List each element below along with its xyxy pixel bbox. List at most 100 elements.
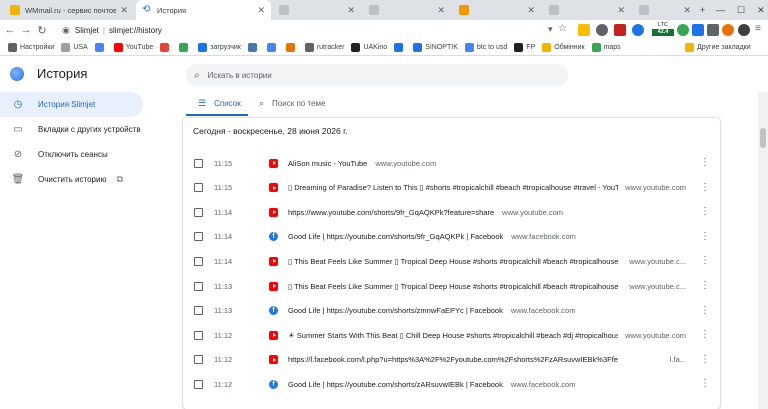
history-row[interactable]: 11:13 ▯ This Beat Feels Like Summer ▯ Tro…: [183, 274, 720, 298]
extension-icon[interactable]: [632, 24, 644, 36]
more-vert-icon[interactable]: ⋮: [700, 256, 710, 266]
more-vert-icon[interactable]: ⋮: [700, 281, 710, 291]
dropdown-icon[interactable]: ▾: [548, 24, 553, 35]
history-row[interactable]: 11:15 AliSon music - YouTube www.youtube.c…: [183, 151, 720, 175]
row-title-link[interactable]: https://l.facebook.com/l.php?u=https%3A%…: [288, 355, 618, 364]
history-row[interactable]: 11:13 f Good Life | https://youtube.com/sh…: [183, 299, 720, 323]
more-vert-icon[interactable]: ⋮: [700, 231, 710, 242]
history-row[interactable]: 11:14 ▯ This Beat Feels Like Summer ▯ Tro…: [183, 249, 720, 273]
more-vert-icon[interactable]: ⋮: [700, 379, 710, 389]
close-icon[interactable]: ✕: [523, 5, 535, 16]
extension-icon[interactable]: [596, 24, 608, 36]
bookmark-item[interactable]: загрузчик: [198, 43, 241, 52]
history-row[interactable]: 11:12 f Good Life | https://youtube.com/sh…: [183, 372, 720, 396]
bookmark-item[interactable]: btc to usd: [464, 43, 507, 52]
bookmark-item[interactable]: USA: [61, 43, 88, 52]
row-checkbox[interactable]: [194, 330, 203, 340]
row-checkbox[interactable]: [194, 158, 203, 168]
download-icon[interactable]: [692, 24, 704, 36]
bookmark-item[interactable]: maps: [591, 43, 621, 52]
row-checkbox[interactable]: [194, 355, 203, 365]
close-icon[interactable]: ✕: [679, 5, 691, 16]
history-row[interactable]: 11:14 f Good Life | https://youtube.com/sh…: [183, 225, 720, 249]
close-icon[interactable]: ✕: [116, 5, 128, 16]
bookmark-item[interactable]: FP: [514, 43, 535, 52]
tab-blurred-2[interactable]: ✕: [363, 0, 451, 20]
close-window-icon[interactable]: ✕: [757, 5, 765, 16]
history-row[interactable]: 11:12 https://l.facebook.com/l.php?u=http…: [183, 348, 720, 372]
row-title-link[interactable]: ☀ Summer Starts With This Beat ▯ Chill D…: [288, 331, 618, 340]
row-checkbox[interactable]: [194, 256, 203, 266]
close-icon[interactable]: ✕: [433, 5, 445, 16]
bookmark-star-icon[interactable]: ☆: [558, 23, 567, 34]
reload-icon[interactable]: ↻: [34, 24, 50, 37]
address-bar[interactable]: ◉ Slimjet | slimjet://history: [62, 22, 562, 38]
row-title-link[interactable]: Good Life | https://youtube.com/shorts/z…: [288, 306, 575, 315]
extension-icon[interactable]: [578, 24, 590, 36]
bookmark-item[interactable]: rutracker: [304, 43, 344, 52]
bookmark-item[interactable]: Обмінник: [542, 43, 585, 52]
tab-wmmail[interactable]: WMmail.ru - сервис почтовых ра ✕: [4, 0, 134, 20]
back-icon[interactable]: ←: [2, 24, 18, 36]
row-checkbox[interactable]: [194, 306, 203, 316]
bookmark-item[interactable]: SINOPTIK: [413, 43, 458, 52]
scrollbar-thumb[interactable]: [760, 128, 766, 148]
bookmark-item[interactable]: UAKino: [351, 43, 387, 52]
tab-topic-search[interactable]: ⌕ Поиск по теме: [259, 98, 325, 109]
extension-icon[interactable]: [677, 24, 689, 36]
minimize-icon[interactable]: —: [716, 5, 725, 15]
bookmark-item[interactable]: [94, 43, 107, 52]
row-checkbox[interactable]: [194, 183, 203, 193]
shield-icon[interactable]: [614, 24, 626, 36]
more-vert-icon[interactable]: ⋮: [700, 305, 710, 316]
more-vert-icon[interactable]: ⋮: [700, 207, 710, 217]
profile-icon[interactable]: [738, 24, 750, 36]
ltc-ticker[interactable]: LTC 42.4: [652, 22, 674, 38]
row-title-link[interactable]: AliSon music - YouTube www.youtube.com: [288, 159, 436, 168]
close-icon[interactable]: ✕: [253, 5, 265, 16]
row-checkbox[interactable]: [194, 207, 203, 217]
more-vert-icon[interactable]: ⋮: [700, 330, 710, 340]
tab-blurred-4[interactable]: ✕: [543, 0, 631, 20]
forward-icon[interactable]: →: [18, 24, 34, 36]
bookmark-item[interactable]: Настройки: [8, 43, 54, 52]
row-title-link[interactable]: https://www.youtube.com/shorts/9fr_GqAQK…: [288, 208, 563, 217]
row-title-link[interactable]: Good Life | https://youtube.com/shorts/z…: [288, 380, 575, 389]
row-checkbox[interactable]: [194, 232, 203, 242]
row-title-link[interactable]: ▯ This Beat Feels Like Summer ▯ Tropical…: [288, 282, 618, 291]
row-checkbox[interactable]: [194, 379, 203, 389]
new-tab-button[interactable]: +: [700, 0, 705, 20]
history-row[interactable]: 11:14 https://www.youtube.com/shorts/9fr_…: [183, 200, 720, 224]
history-row[interactable]: 11:12 ☀ Summer Starts With This Beat ▯ Ch…: [183, 323, 720, 347]
puzzle-icon[interactable]: [707, 24, 719, 36]
sidebar-item-clear-history[interactable]: 🗑 Очистить историю ⧉: [0, 167, 150, 192]
bookmark-item[interactable]: [160, 43, 172, 52]
bookmark-item[interactable]: [179, 43, 191, 52]
maximize-icon[interactable]: ☐: [737, 5, 745, 16]
avatar[interactable]: [722, 24, 734, 36]
more-vert-icon[interactable]: ⋮: [700, 158, 710, 168]
row-title-link[interactable]: ▯ This Beat Feels Like Summer ▯ Tropical…: [288, 257, 618, 266]
tab-list[interactable]: ☰ Список: [198, 98, 241, 109]
tab-history[interactable]: ⟲ История ✕: [136, 0, 271, 20]
bookmark-item[interactable]: [247, 43, 260, 52]
sidebar-item-other-devices[interactable]: ▭ Вкладки с других устройств: [0, 117, 150, 142]
sidebar-item-sync-off[interactable]: ⊘ Отключить сеансы: [0, 142, 150, 167]
more-vert-icon[interactable]: ⋮: [700, 182, 710, 193]
row-title-link[interactable]: Good Life | https://youtube.com/shorts/9…: [288, 232, 576, 241]
history-row[interactable]: 11:15 ▯ Dreaming of Paradise? Listen to T…: [183, 176, 720, 200]
site-info-icon[interactable]: ◉: [62, 25, 70, 36]
bookmark-item[interactable]: [285, 43, 298, 52]
close-icon[interactable]: ✕: [613, 5, 625, 16]
bookmark-item[interactable]: Другие закладки: [685, 43, 751, 52]
sidebar-item-history[interactable]: ◷ История Slimjet: [0, 92, 143, 117]
tab-blurred-5[interactable]: ✕: [633, 0, 697, 20]
search-input[interactable]: ⌕ Искать в истории: [186, 64, 568, 86]
close-icon[interactable]: ✕: [343, 5, 355, 16]
tab-blurred-3[interactable]: ✕: [453, 0, 541, 20]
bookmark-item[interactable]: YouTube: [113, 43, 153, 52]
tab-blurred-1[interactable]: ✕: [273, 0, 361, 20]
bookmark-item[interactable]: [394, 43, 406, 52]
row-checkbox[interactable]: [194, 281, 203, 291]
row-title-link[interactable]: ▯ Dreaming of Paradise? Listen to This ▯…: [288, 183, 618, 192]
